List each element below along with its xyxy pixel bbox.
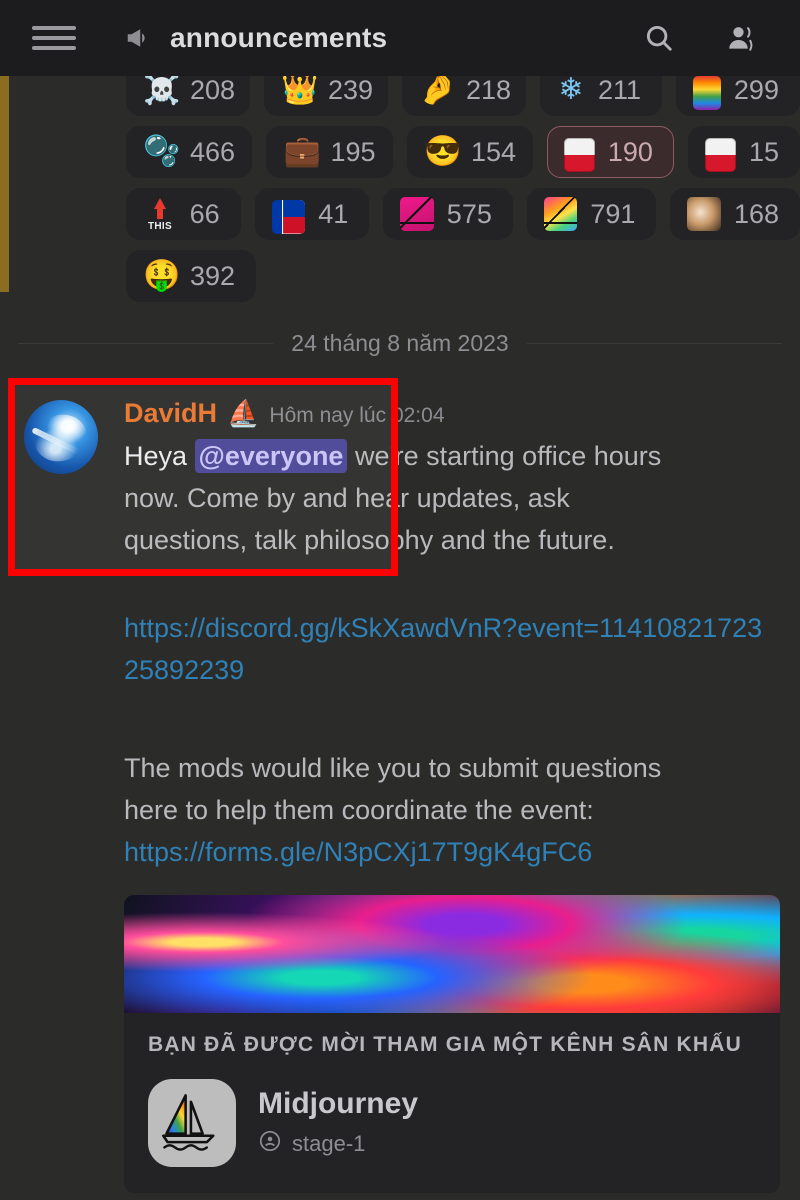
rainbow-sailboat-icon — [543, 197, 578, 231]
embed-channel-name: stage-1 — [292, 1131, 366, 1156]
embed-server-row: Midjourney stage-1 — [148, 1079, 756, 1167]
reaction-count: 195 — [330, 136, 376, 167]
message-line-1: Heya @everyone we're starting office hou… — [124, 435, 764, 477]
reaction-count: 211 — [597, 74, 641, 105]
reaction-count: 392 — [190, 260, 236, 291]
reaction-count: 218 — [465, 74, 511, 105]
this-arrow-icon: THIS — [143, 197, 177, 232]
avatar-swirl — [28, 407, 94, 468]
message-line-3: questions, talk philosophy and the futur… — [124, 525, 615, 555]
money-mouth-face-icon: 🤑 — [143, 259, 181, 292]
message-para2-line-2: here to help them coordinate the event: — [124, 795, 594, 825]
philippines-flag-icon — [271, 199, 306, 234]
poland-flag-icon — [704, 138, 736, 172]
message-username[interactable]: DavidH — [124, 398, 217, 429]
poland-flag-icon — [564, 138, 595, 172]
reaction-count: 15 — [748, 136, 779, 167]
message-content: Heya @everyone we're starting office hou… — [124, 435, 764, 873]
pinned-message-bar — [0, 76, 9, 292]
snowflake-icon: ❄ — [558, 73, 584, 106]
rainbow-flag-icon — [693, 76, 721, 110]
reaction-count: 168 — [733, 198, 780, 229]
divider-line-left — [18, 343, 274, 344]
message-header: DavidH ⛵ Hôm nay lúc 02:04 — [124, 384, 800, 429]
reaction-chip[interactable]: THIS 66 — [126, 188, 241, 240]
message-timestamp: Hôm nay lúc 02:04 — [269, 404, 445, 427]
date-divider: 24 tháng 8 năm 2023 — [0, 330, 800, 357]
avatar[interactable] — [24, 400, 98, 474]
reaction-chip[interactable]: 791 — [526, 188, 657, 240]
hamburger-menu-icon[interactable] — [32, 23, 76, 53]
members-icon[interactable] — [718, 15, 764, 61]
reaction-count: 466 — [190, 136, 236, 167]
sunglasses-face-icon: 😎 — [423, 135, 462, 168]
reaction-chip[interactable]: 15 — [687, 126, 800, 178]
briefcase-icon: 💼 — [283, 135, 321, 168]
reaction-chip[interactable]: 🫧 466 — [126, 126, 253, 178]
embed-banner-image — [124, 895, 780, 1013]
reaction-count: 41 — [318, 198, 349, 229]
reaction-chip[interactable]: 575 — [383, 188, 513, 240]
stage-invite-embed[interactable]: BẠN ĐÃ ĐƯỢC MỜI THAM GIA MỘT KÊNH SÂN KH… — [124, 895, 780, 1193]
reaction-count: 66 — [189, 198, 220, 229]
reaction-chip-active[interactable]: 190 — [547, 126, 674, 178]
reaction-chip[interactable]: 🤑 392 — [126, 250, 257, 302]
scroll-hand-icon: 🤌 — [418, 73, 457, 106]
reaction-count: 299 — [733, 74, 779, 105]
channel-name: announcements — [170, 22, 388, 53]
everyone-mention[interactable]: @everyone — [194, 439, 348, 473]
reaction-chip[interactable]: 💼 195 — [266, 126, 393, 178]
message-line-2: now. Come by and hear updates, ask — [124, 483, 570, 513]
embed-channel: stage-1 — [258, 1129, 418, 1159]
pink-sailboat-icon — [400, 197, 434, 231]
reaction-count: 190 — [607, 136, 653, 167]
teal-blob-icon: 🫧 — [143, 135, 181, 168]
message-block: DavidH ⛵ Hôm nay lúc 02:04 Heya @everyon… — [0, 384, 800, 1193]
forms-link[interactable]: https://forms.gle/N3pCXj17T9gK4gFC6 — [124, 831, 764, 873]
reaction-chip[interactable]: 168 — [670, 188, 800, 240]
dog-face-icon — [687, 197, 721, 231]
reaction-row: THIS 66 41 575 791 168 — [126, 188, 800, 240]
search-icon[interactable] — [636, 15, 682, 61]
embed-server-meta: Midjourney stage-1 — [258, 1087, 418, 1159]
embed-title: BẠN ĐÃ ĐƯỢC MỜI THAM GIA MỘT KÊNH SÂN KH… — [148, 1033, 743, 1056]
reaction-count: 575 — [446, 198, 492, 229]
message-line-1-pre: Heya — [124, 441, 195, 471]
embed-server-name: Midjourney — [258, 1087, 419, 1120]
message-para2-line-1: The mods would like you to submit questi… — [124, 753, 662, 783]
skull-crossbones-icon: ☠️ — [143, 73, 181, 106]
embed-body: BẠN ĐÃ ĐƯỢC MỜI THAM GIA MỘT KÊNH SÂN KH… — [124, 1013, 780, 1193]
crown-skull-icon: 👑 — [280, 73, 319, 106]
megaphone-icon — [122, 21, 156, 55]
channel-header: announcements — [0, 0, 800, 76]
reaction-count: 791 — [590, 198, 636, 229]
reaction-chip[interactable]: 😎 154 — [406, 126, 534, 178]
reaction-row: 🫧 466 💼 195 😎 154 190 15 — [126, 126, 800, 178]
divider-line-right — [526, 343, 782, 344]
reaction-count: 239 — [327, 74, 374, 105]
date-label: 24 tháng 8 năm 2023 — [291, 330, 509, 356]
stage-channel-icon — [258, 1129, 282, 1159]
reaction-row: 🤑 392 — [126, 250, 800, 302]
discord-mobile-screen: ☠️ 208 👑 239 🤌 218 ❄ 211 299 🫧 466 💼 195… — [0, 0, 800, 1200]
message-reactions: ☠️ 208 👑 239 🤌 218 ❄ 211 299 🫧 466 💼 195… — [0, 64, 800, 312]
reaction-count: 154 — [470, 136, 517, 167]
midjourney-sailboat-icon — [148, 1079, 236, 1167]
sailboat-icon: ⛵ — [227, 398, 260, 428]
invite-link[interactable]: https://discord.gg/kSkXawdVnR?event=1141… — [124, 607, 764, 691]
message-line-1-post: we're starting office hours — [347, 441, 662, 471]
reaction-count: 208 — [190, 74, 236, 105]
reaction-chip[interactable]: 41 — [254, 188, 370, 240]
